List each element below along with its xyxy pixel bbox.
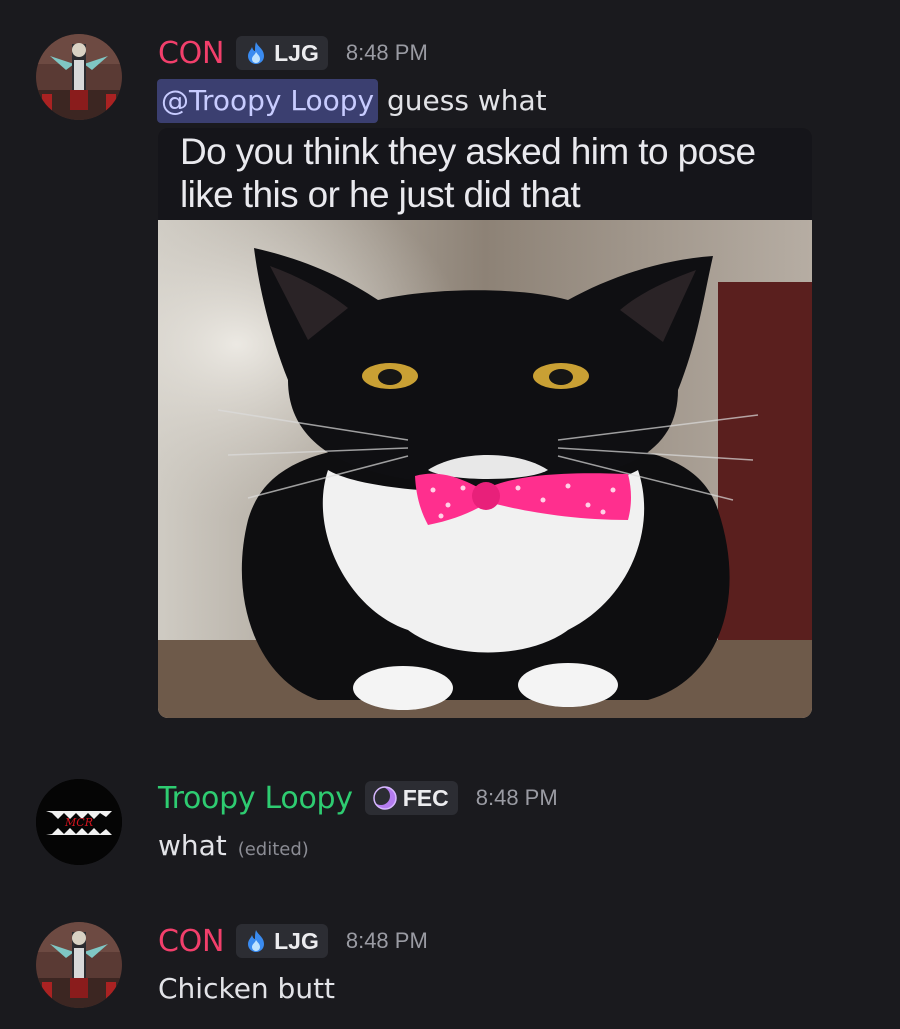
edited-label: (edited) (237, 839, 309, 860)
blue-flame-icon (248, 42, 265, 64)
username[interactable]: Troopy Loopy (158, 781, 353, 816)
avatar[interactable] (36, 922, 122, 1008)
server-tag[interactable]: FEC (364, 781, 458, 815)
message-header: Troopy Loopy FEC 8:48 PM (158, 775, 558, 821)
message-content: Chicken butt (158, 966, 335, 1012)
message-text: guess what (387, 84, 547, 117)
server-tag[interactable]: LJG (236, 36, 328, 70)
server-tag[interactable]: LJG (236, 924, 328, 958)
meme-caption-line: like this or he just did that (180, 174, 581, 215)
cat-photo (158, 220, 812, 718)
message-content: what (edited) (158, 823, 309, 873)
message-content: @Troopy Loopy guess what (157, 78, 547, 124)
meme-caption-line: Do you think they asked him to pose (180, 131, 756, 172)
avatar[interactable]: MCR (36, 779, 122, 865)
timestamp: 8:48 PM (345, 40, 428, 65)
message-header: CON LJG 8:48 PM (158, 30, 428, 76)
meme-caption: Do you think they asked him to pose like… (158, 128, 812, 220)
server-tag-label: FEC (402, 784, 449, 811)
username[interactable]: CON (158, 36, 224, 71)
server-tag-label: LJG (274, 927, 319, 954)
server-tag-label: LJG (274, 39, 319, 66)
blue-flame-icon (248, 930, 265, 952)
timestamp: 8:48 PM (475, 785, 558, 810)
chat-message-list: CON LJG 8:48 PM @Troopy Loopy guess what… (0, 0, 900, 1029)
message-text: what (158, 829, 227, 862)
image-attachment[interactable]: Do you think they asked him to pose like… (158, 128, 812, 718)
message-header: CON LJG 8:48 PM (158, 918, 428, 964)
avatar-band-logo: MCR (64, 816, 93, 829)
username[interactable]: CON (158, 924, 224, 959)
message-text: Chicken butt (158, 972, 336, 1005)
user-mention[interactable]: @Troopy Loopy (157, 79, 379, 123)
avatar[interactable] (36, 34, 122, 120)
purple-moon-icon (371, 786, 397, 810)
timestamp: 8:48 PM (345, 928, 428, 953)
